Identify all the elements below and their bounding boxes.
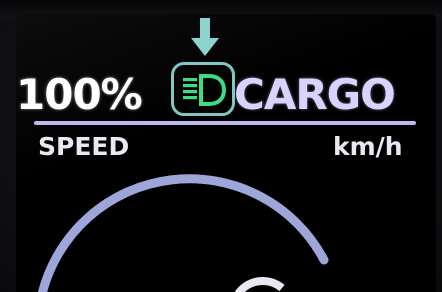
speed-gauge [37, 174, 329, 292]
battery-level: 100% [16, 70, 143, 119]
speed-gauge-arc [37, 174, 329, 292]
speed-unit: km/h [333, 132, 403, 161]
headlight-icon [183, 74, 227, 106]
assist-mode: CARGO [234, 70, 396, 119]
header-divider [34, 121, 416, 125]
light-indicator-highlight [171, 62, 235, 116]
speed-gauge-glow [234, 277, 285, 292]
down-arrow-icon [191, 18, 219, 56]
device-display: 100% CARGO SPEED km/h [0, 0, 442, 292]
speed-label: SPEED [38, 132, 130, 161]
